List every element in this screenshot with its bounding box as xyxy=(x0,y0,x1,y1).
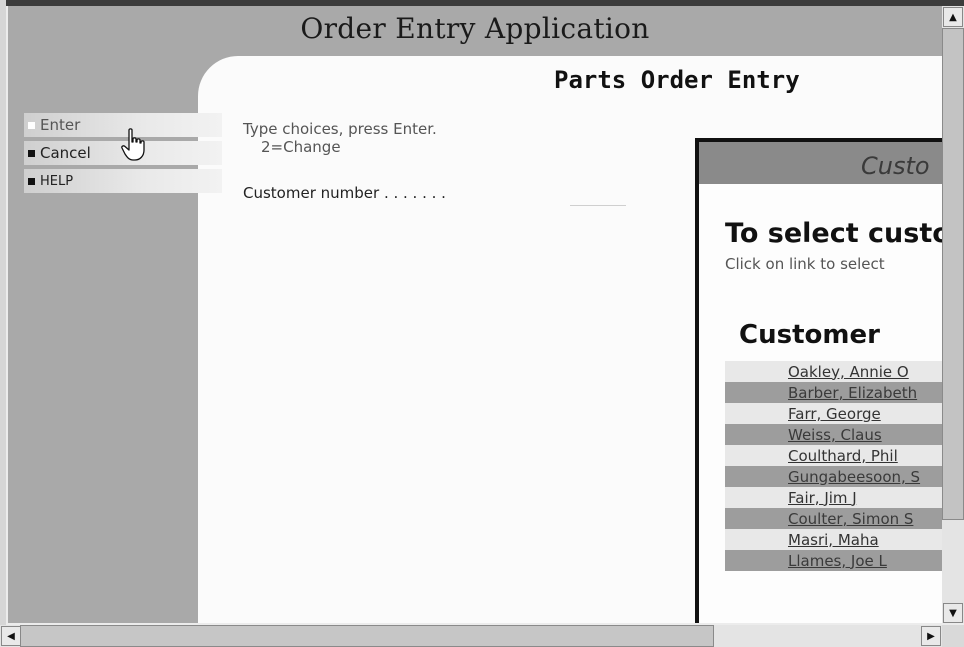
customer-link[interactable]: Weiss, Claus xyxy=(788,426,882,444)
list-item: Coulter, Simon S xyxy=(725,508,942,529)
window-left-border xyxy=(0,0,6,647)
customer-select-window: Custo To select custo Click on link to s… xyxy=(695,138,942,623)
horizontal-scroll-thumb[interactable] xyxy=(20,625,714,647)
customer-link[interactable]: Oakley, Annie O xyxy=(788,363,909,381)
list-item: Weiss, Claus xyxy=(725,424,942,445)
page-title: Parts Order Entry xyxy=(554,66,800,94)
bullet-icon xyxy=(28,177,35,185)
vertical-scroll-thumb[interactable] xyxy=(942,28,964,520)
list-item: Oakley, Annie O xyxy=(725,361,942,382)
bullet-icon xyxy=(28,149,35,157)
hand-pointer-icon xyxy=(121,128,145,161)
list-item: Gungabeesoon, S xyxy=(725,466,942,487)
popup-heading: To select custo xyxy=(725,218,942,249)
customer-link[interactable]: Llames, Joe L xyxy=(788,552,887,570)
arrow-down-icon[interactable]: ▼ xyxy=(943,603,963,623)
customer-number-label: Customer number . . . . . . . xyxy=(243,184,446,202)
instructions-option: 2=Change xyxy=(261,138,341,156)
instructions-line: Type choices, press Enter. xyxy=(243,120,437,138)
help-button[interactable]: HELP xyxy=(24,169,222,193)
list-item: Farr, George xyxy=(725,403,942,424)
instructions: Type choices, press Enter. 2=Change xyxy=(243,120,437,156)
customer-link[interactable]: Barber, Elizabeth xyxy=(788,384,917,402)
arrow-up-icon[interactable]: ▲ xyxy=(943,7,963,27)
customer-link[interactable]: Gungabeesoon, S xyxy=(788,468,920,486)
arrow-left-icon[interactable]: ◀ xyxy=(1,626,21,646)
scrollbar-corner xyxy=(942,625,964,647)
list-item: Llames, Joe L xyxy=(725,550,942,571)
popup-header: Custo xyxy=(699,142,942,184)
popup-header-title: Custo xyxy=(861,152,930,180)
help-button-label: HELP xyxy=(40,173,74,189)
cancel-button-label: Cancel xyxy=(40,144,91,162)
customer-link[interactable]: Coulter, Simon S xyxy=(788,510,913,528)
page-viewport: Order Entry Application Parts Order Entr… xyxy=(8,6,942,623)
list-item: Fair, Jim J xyxy=(725,487,942,508)
customer-link[interactable]: Fair, Jim J xyxy=(788,489,857,507)
customer-column-header: Customer xyxy=(739,320,880,350)
arrow-right-icon[interactable]: ▶ xyxy=(921,626,941,646)
popup-subtext: Click on link to select xyxy=(725,255,885,273)
customer-list: Oakley, Annie O Barber, Elizabeth Farr, … xyxy=(725,361,942,571)
customer-link[interactable]: Masri, Maha xyxy=(788,531,879,549)
customer-link[interactable]: Coulthard, Phil xyxy=(788,447,898,465)
list-item: Coulthard, Phil xyxy=(725,445,942,466)
browser-window: Order Entry Application Parts Order Entr… xyxy=(0,0,964,647)
list-item: Masri, Maha xyxy=(725,529,942,550)
customer-link[interactable]: Farr, George xyxy=(788,405,881,423)
list-item: Barber, Elizabeth xyxy=(725,382,942,403)
app-title: Order Entry Application xyxy=(300,12,650,45)
enter-button-label: Enter xyxy=(40,116,81,134)
bullet-icon xyxy=(28,121,35,129)
customer-number-input[interactable] xyxy=(570,190,626,206)
